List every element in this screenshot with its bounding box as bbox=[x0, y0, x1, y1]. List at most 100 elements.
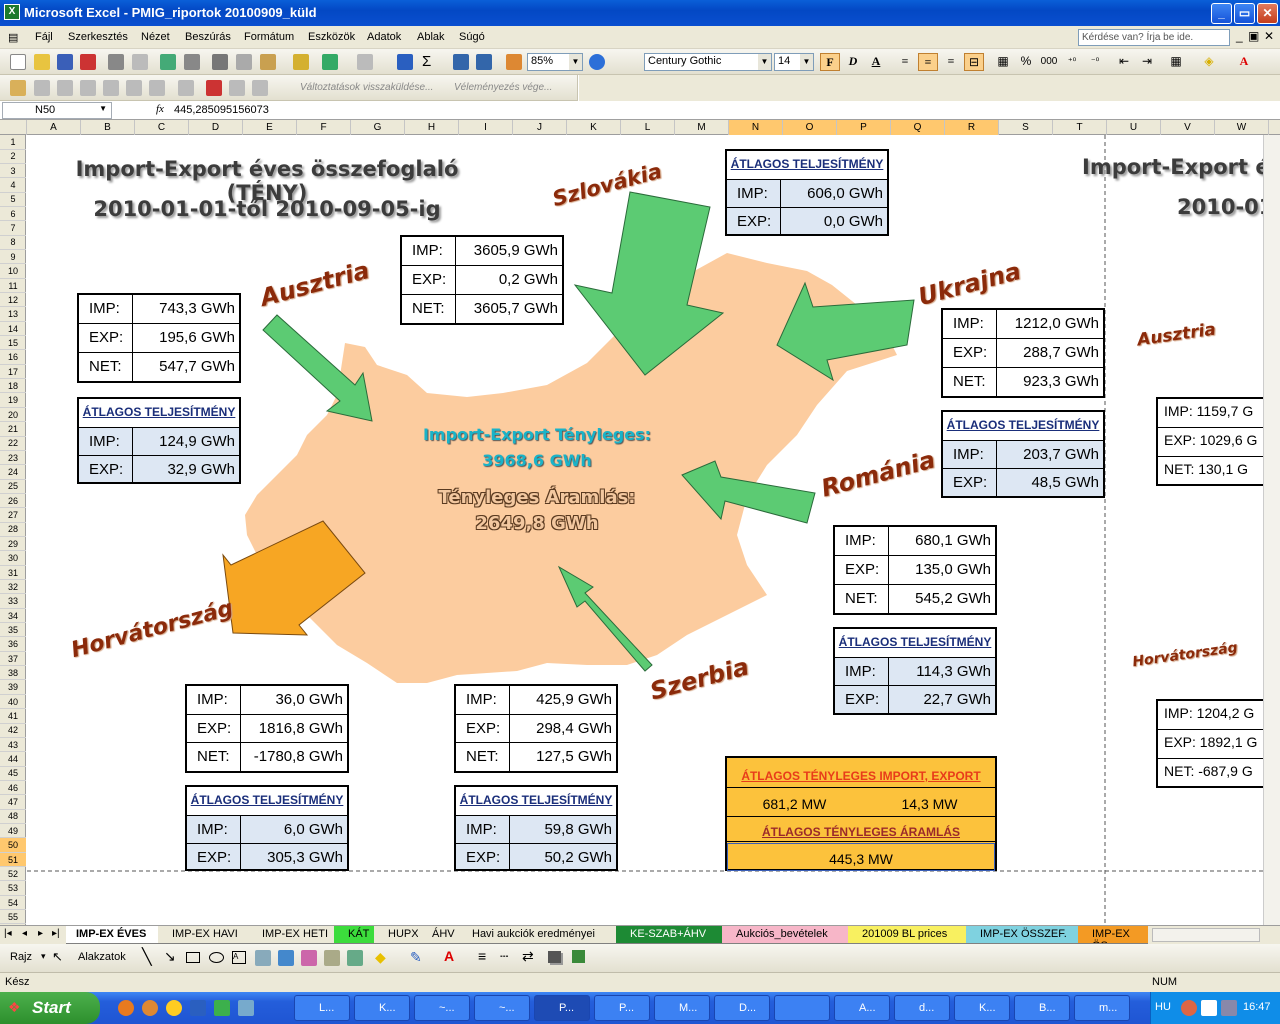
review-icon-8[interactable] bbox=[178, 80, 194, 96]
row-header-27[interactable]: 27 bbox=[0, 508, 26, 523]
menu-tools[interactable]: Eszközök bbox=[308, 31, 355, 43]
save-icon[interactable] bbox=[57, 54, 73, 70]
review-icon-3[interactable] bbox=[57, 80, 73, 96]
column-header-n[interactable]: N bbox=[729, 120, 783, 135]
summary-flow-mw[interactable]: 445,3 MW bbox=[727, 843, 995, 871]
tab-imp-ex-osszef[interactable]: IMP-EX ÖSSZEF. bbox=[966, 926, 1078, 944]
select-all-corner[interactable] bbox=[0, 120, 27, 135]
spelling-icon[interactable] bbox=[160, 54, 176, 70]
doc-restore-icon[interactable]: ▣ bbox=[1248, 29, 1259, 43]
formula-input[interactable]: 445,285095156073 bbox=[174, 104, 269, 116]
help-search-input[interactable]: Kérdése van? Írja be ide. bbox=[1078, 29, 1230, 46]
minimize-button[interactable]: _ bbox=[1211, 3, 1232, 24]
research-icon[interactable] bbox=[184, 54, 200, 70]
column-header-w[interactable]: W bbox=[1215, 120, 1269, 135]
last-sheet-icon[interactable]: ▸| bbox=[52, 928, 60, 939]
menu-format[interactable]: Formátum bbox=[244, 31, 294, 43]
row-header-33[interactable]: 33 bbox=[0, 594, 26, 609]
currency-icon[interactable]: ▦ bbox=[993, 53, 1013, 71]
column-header-s[interactable]: S bbox=[999, 120, 1053, 135]
textbox-icon[interactable]: A bbox=[232, 951, 246, 964]
redo-icon[interactable] bbox=[357, 54, 373, 70]
undo-icon[interactable] bbox=[322, 54, 338, 70]
review-icon-1[interactable] bbox=[10, 80, 26, 96]
task-10[interactable]: A... bbox=[834, 995, 890, 1021]
draw-menu-arrow-icon[interactable]: ▾ bbox=[41, 951, 46, 962]
row-header-35[interactable]: 35 bbox=[0, 623, 26, 638]
row-header-43[interactable]: 43 bbox=[0, 738, 26, 753]
font-color-icon[interactable]: A bbox=[1234, 53, 1254, 71]
increase-indent-icon[interactable]: ⇥ bbox=[1137, 53, 1157, 71]
maximize-button[interactable]: ▭ bbox=[1234, 3, 1255, 24]
tab-imp-ex-eves[interactable]: IMP-EX ÉVES bbox=[66, 926, 158, 944]
task-4[interactable]: ~... bbox=[474, 995, 530, 1021]
row-header-2[interactable]: 2 bbox=[0, 149, 26, 164]
tab-ahv[interactable]: ÁHV bbox=[418, 926, 458, 944]
row-header-34[interactable]: 34 bbox=[0, 609, 26, 624]
diagram-icon[interactable] bbox=[301, 950, 317, 966]
dash-style-icon[interactable]: ┄ bbox=[500, 948, 508, 965]
font-select[interactable]: Century Gothic ▼ bbox=[644, 53, 772, 71]
doc-close-icon[interactable]: ✕ bbox=[1264, 29, 1274, 43]
task-12[interactable]: K... bbox=[954, 995, 1010, 1021]
row-header-29[interactable]: 29 bbox=[0, 537, 26, 552]
review-icon-5[interactable] bbox=[103, 80, 119, 96]
row-header-22[interactable]: 22 bbox=[0, 436, 26, 451]
increase-decimal-icon[interactable]: ⁺⁰ bbox=[1062, 53, 1082, 71]
task-5-active[interactable]: P... bbox=[534, 995, 590, 1021]
column-header-f[interactable]: F bbox=[297, 120, 351, 135]
zoom-select[interactable]: 85% ▼ bbox=[527, 53, 583, 71]
tab-havi-aukciok[interactable]: Havi aukciók eredményei bbox=[458, 926, 616, 944]
row-header-50[interactable]: 50 bbox=[0, 838, 26, 853]
row-header-36[interactable]: 36 bbox=[0, 637, 26, 652]
row-header-52[interactable]: 52 bbox=[0, 867, 26, 882]
tab-ke-szab[interactable]: KE-SZAB+ÁHV bbox=[616, 926, 722, 944]
review-icon-2[interactable] bbox=[34, 80, 50, 96]
player-icon[interactable] bbox=[166, 1000, 182, 1016]
oval-icon[interactable] bbox=[209, 952, 224, 963]
tab-imp-ex-havi[interactable]: IMP-EX HAVI bbox=[158, 926, 248, 944]
row-header-13[interactable]: 13 bbox=[0, 307, 26, 322]
column-header-v[interactable]: V bbox=[1161, 120, 1215, 135]
column-header-q[interactable]: Q bbox=[891, 120, 945, 135]
review-icon-7[interactable] bbox=[149, 80, 165, 96]
fill-color-icon[interactable]: ◈ bbox=[1199, 53, 1219, 71]
select-objects-icon[interactable]: ↖ bbox=[52, 949, 63, 965]
row-header-19[interactable]: 19 bbox=[0, 393, 26, 408]
vertical-scrollbar[interactable] bbox=[1263, 135, 1280, 925]
column-header-l[interactable]: L bbox=[621, 120, 675, 135]
review-icon-4[interactable] bbox=[80, 80, 96, 96]
row-header-20[interactable]: 20 bbox=[0, 408, 26, 423]
line-style-icon[interactable]: ≡ bbox=[478, 948, 486, 964]
clipart-icon[interactable] bbox=[324, 950, 340, 966]
review-icon-6[interactable] bbox=[126, 80, 142, 96]
row-header-38[interactable]: 38 bbox=[0, 666, 26, 681]
tab-imp-ex-heti[interactable]: IMP-EX HETI bbox=[248, 926, 334, 944]
row-header-55[interactable]: 55 bbox=[0, 910, 26, 925]
column-header-j[interactable]: J bbox=[513, 120, 567, 135]
format-painter-icon[interactable] bbox=[293, 54, 309, 70]
cut-icon[interactable] bbox=[212, 54, 228, 70]
row-header-18[interactable]: 18 bbox=[0, 379, 26, 394]
column-header-c[interactable]: C bbox=[135, 120, 189, 135]
new-icon[interactable] bbox=[10, 54, 26, 70]
row-header-49[interactable]: 49 bbox=[0, 824, 26, 839]
fill-bucket-icon[interactable]: ◆ bbox=[375, 949, 386, 966]
autosum-icon[interactable]: Σ bbox=[422, 54, 438, 70]
menu-file[interactable]: Fájl bbox=[35, 31, 53, 43]
column-header-u[interactable]: U bbox=[1107, 120, 1161, 135]
row-header-12[interactable]: 12 bbox=[0, 293, 26, 308]
tab-hupx[interactable]: HUPX bbox=[374, 926, 419, 944]
vertical-textbox-icon[interactable] bbox=[255, 950, 271, 966]
row-header-23[interactable]: 23 bbox=[0, 451, 26, 466]
row-header-41[interactable]: 41 bbox=[0, 709, 26, 724]
underline-button[interactable]: A bbox=[866, 53, 886, 71]
tray-icon-3[interactable] bbox=[1221, 1000, 1237, 1016]
first-sheet-icon[interactable]: |◂ bbox=[4, 928, 12, 939]
italic-button[interactable]: D bbox=[843, 53, 863, 71]
menu-help[interactable]: Súgó bbox=[459, 31, 485, 43]
tab-bl-prices[interactable]: 201009 BL prices bbox=[848, 926, 966, 944]
row-header-25[interactable]: 25 bbox=[0, 479, 26, 494]
autoshapes-menu[interactable]: Alakzatok bbox=[78, 951, 126, 963]
column-header-a[interactable]: A bbox=[27, 120, 81, 135]
